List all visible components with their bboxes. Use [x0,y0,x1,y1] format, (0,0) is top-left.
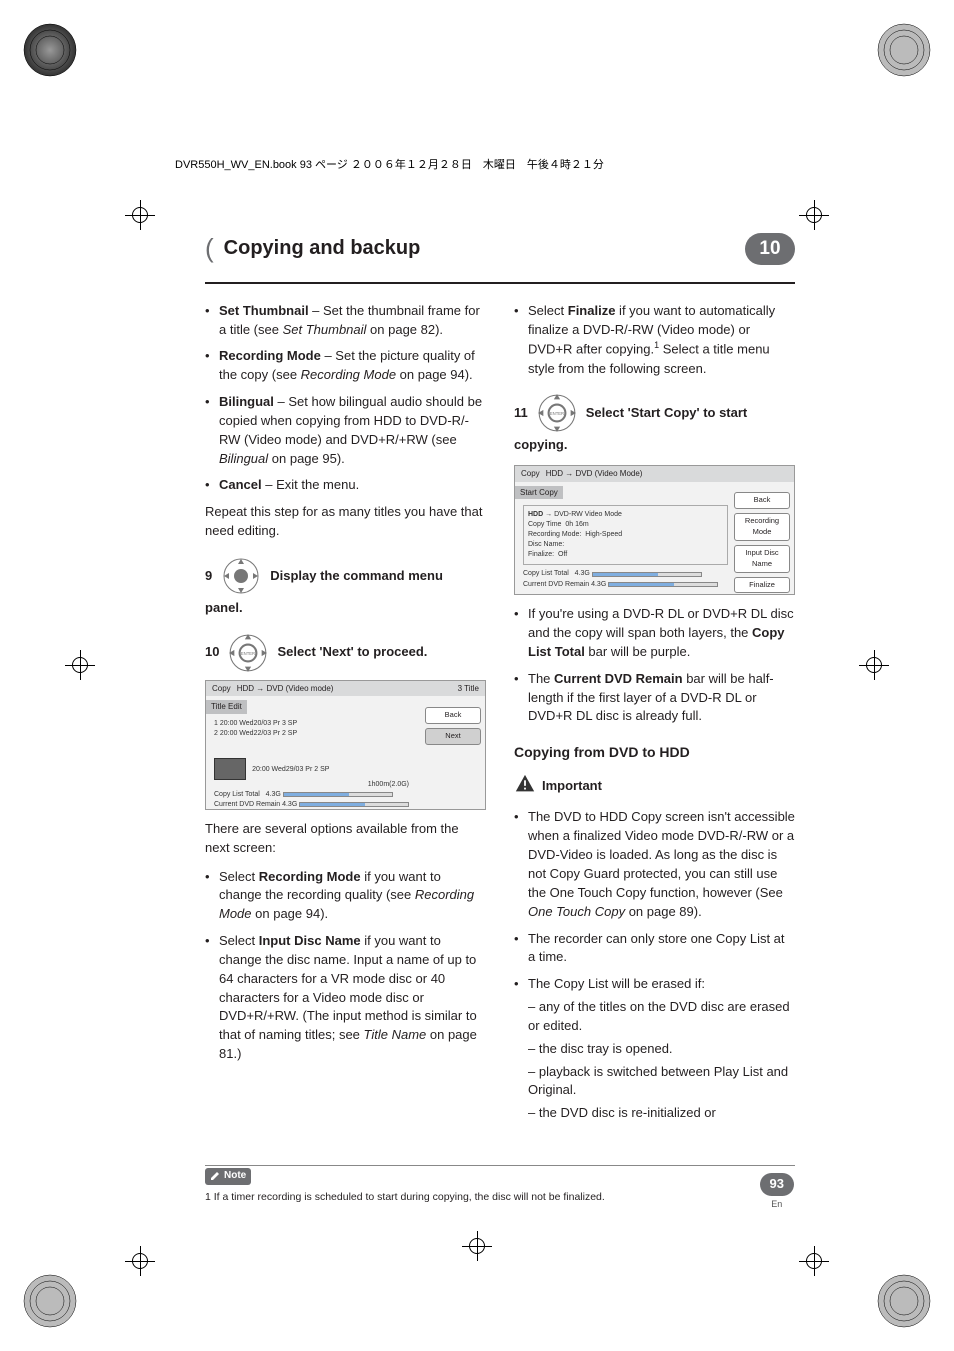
reg-mark-bl [20,1271,80,1331]
reg-mark-tl [20,20,80,80]
page-content: ( Copying and backup 10 Set Thumbnail – … [205,230,795,1131]
step-9-row: 9 Display the command menu [205,555,486,597]
ui1-rem-lbl: Current DVD Remain [214,801,280,808]
after-ui1-text: There are several options available from… [205,820,486,858]
ui1-path: HDD → DVD (Video mode) [237,683,334,695]
ui1-preview: 20:00 Wed29/03 Pr 2 SP [252,766,329,773]
ui2-back-button[interactable]: Back [734,492,790,509]
chapter-number-badge: 10 [745,233,795,265]
crosshair-tr-inner [799,200,829,230]
ui1-row1: 1 20:00 Wed20/03 Pr 3 SP [214,719,419,729]
ui2-rem-bar [608,582,718,587]
crosshair-left [65,650,95,680]
ui1-tot-bar [283,792,393,797]
ui2-finalize-button[interactable]: Finalize [734,577,790,594]
ui1-app: Copy [212,683,231,695]
chapter-title: Copying and backup [224,234,735,263]
step-9-cont: panel. [205,599,486,618]
step-11-num: 11 [514,404,528,423]
reg-mark-br [874,1271,934,1331]
note-badge: Note [205,1168,251,1185]
important-3-sub-3: – playback is switched between Play List… [528,1063,795,1101]
crosshair-bl-inner [125,1246,155,1276]
step-10-row: 10 ENTER Select 'Next' to proceed. [205,632,486,674]
step-11-text: Select 'Start Copy' to start [586,404,748,423]
ui2-recmode-button[interactable]: Recording Mode [734,513,790,541]
dpad-icon [220,555,262,597]
bracket-icon: ( [205,230,214,268]
section-heading-copying-from-dvd: Copying from DVD to HDD [514,742,795,762]
ui1-dur: 1h00m(2.0G) [214,780,419,790]
bullet-bilingual: Bilingual – Set how bilingual audio shou… [219,393,486,468]
title-underline [205,282,795,284]
note-copy-list-total: If you're using a DVD-R DL or DVD+R DL d… [528,605,795,662]
opt-input-disc-name: Select Input Disc Name if you want to ch… [219,932,486,1064]
ui1-tot-val: 4.3G [266,791,281,798]
step-10-num: 10 [205,643,219,662]
ui2-tot-bar [592,572,702,577]
bullet-set-thumbnail: Set Thumbnail – Set the thumbnail frame … [219,302,486,340]
page-number: 93 [760,1173,794,1196]
opt-recording-mode: Select Recording Mode if you want to cha… [219,868,486,925]
important-1: The DVD to HDD Copy screen isn't accessi… [528,808,795,921]
important-heading: Important [514,773,795,801]
enter-button-icon: ENTER [536,392,578,434]
crosshair-br-inner [799,1246,829,1276]
step-9-num: 9 [205,567,212,586]
bullet-cancel: Cancel – Exit the menu. [219,476,486,495]
book-info-line: DVR550H_WV_EN.book 93 ページ ２００６年１２月２８日 木曜… [175,158,604,174]
important-3-sub-2: – the disc tray is opened. [528,1040,795,1059]
ui2-path: HDD → DVD (Video Mode) [546,468,643,480]
ui1-rem-val: 4.3G [282,801,297,808]
step-11-cont: copying. [514,436,795,455]
ui1-tot-lbl: Copy List Total [214,791,260,798]
bullet-recording-mode: Recording Mode – Set the picture quality… [219,347,486,385]
ui2-tot-lbl: Copy List Total [523,570,569,577]
ui1-count: 3 Title [458,683,479,695]
reg-mark-tr [874,20,934,80]
ui2-app: Copy [521,468,540,480]
crosshair-tl-inner [125,200,155,230]
warning-icon [514,773,536,801]
ui1-thumbnail [214,758,246,780]
step-10-text: Select 'Next' to proceed. [277,643,427,662]
important-label: Important [542,777,602,796]
footnote-area: Note 1 If a timer recording is scheduled… [205,1165,795,1206]
ui2-summary-box: HDD → DVD-RW Video Mode Copy Time 0h 16m… [523,505,728,566]
crosshair-right [859,650,889,680]
left-column: Set Thumbnail – Set the thumbnail frame … [205,302,486,1131]
step-11-row: 11 ENTER Select 'Start Copy' to start [514,392,795,434]
enter-button-icon: ENTER [227,632,269,674]
important-3-sub-1: – any of the titles on the DVD disc are … [528,998,795,1036]
note-current-dvd-remain: The Current DVD Remain bar will be half-… [528,670,795,727]
ui1-next-button[interactable]: Next [425,728,481,745]
opt-finalize: Select Finalize if you want to automatic… [528,302,795,379]
pencil-icon [210,1171,220,1181]
svg-text:ENTER: ENTER [550,411,564,416]
ui1-tab: Title Edit [206,700,247,714]
ui2-inputdisc-button[interactable]: Input Disc Name [734,545,790,573]
ui1-rem-bar [299,802,409,807]
repeat-text: Repeat this step for as many titles you … [205,503,486,541]
ui1-row2: 2 20:00 Wed22/03 Pr 2 SP [214,729,419,739]
footnote-text: 1 If a timer recording is scheduled to s… [205,1191,605,1203]
ui2-tab: Start Copy [515,486,563,500]
page-lang: En [760,1198,794,1211]
ui1-back-button[interactable]: Back [425,707,481,724]
svg-text:ENTER: ENTER [241,651,255,656]
important-3-sub-4: – the DVD disc is re-initialized or [528,1104,795,1123]
page-number-area: 93 En [760,1173,794,1211]
step-9-text: Display the command menu [270,567,443,586]
important-2: The recorder can only store one Copy Lis… [528,930,795,968]
ui-screenshot-title-edit: Copy HDD → DVD (Video mode) 3 Title Title … [205,680,486,810]
ui2-rem-lbl: Current DVD Remain [523,581,589,588]
important-3: The Copy List will be erased if: – any o… [528,975,795,1123]
note-label: Note [224,1169,246,1184]
right-column: Select Finalize if you want to automatic… [514,302,795,1131]
crosshair-bottom [462,1231,492,1261]
ui-screenshot-start-copy: Copy HDD → DVD (Video Mode) Start Copy Ba… [514,465,795,595]
